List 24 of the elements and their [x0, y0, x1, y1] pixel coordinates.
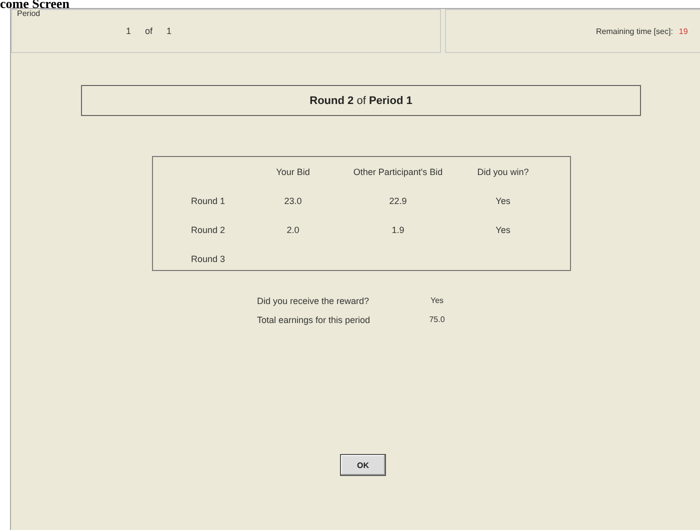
- ok-button[interactable]: OK: [340, 454, 386, 476]
- row-label: Round 1: [190, 196, 226, 206]
- column-header: Other Participant's Bid: [352, 166, 444, 176]
- summary-label: Did you receive the reward?: [257, 296, 370, 306]
- period-total: 1: [166, 26, 172, 36]
- table-cell-text: Yes: [494, 196, 512, 206]
- summary-value: 75.0: [428, 315, 446, 325]
- summary-value: Yes: [429, 296, 445, 306]
- row-label: Round 3: [190, 254, 226, 264]
- timer-label: Remaining time [sec]:: [596, 26, 673, 36]
- period-current: 1: [126, 26, 132, 36]
- round-heading: Round 2 of Period 1: [81, 85, 641, 116]
- table-cell-text: 23.0: [283, 196, 303, 206]
- table-cell-text: 22.9: [388, 196, 408, 206]
- period-label: Period: [17, 9, 40, 18]
- table-cell-text: 2.0: [286, 224, 300, 234]
- column-header: Did you win?: [476, 166, 530, 176]
- column-header: Your Bid: [275, 166, 311, 176]
- table-cell-text: 1.9: [390, 224, 406, 234]
- row-label: Round 2: [190, 224, 226, 234]
- timer-value: 19: [678, 26, 688, 36]
- table-cell-text: Yes: [494, 224, 512, 234]
- summary-label: Total earnings for this period: [257, 315, 372, 325]
- period-of: of: [145, 26, 153, 36]
